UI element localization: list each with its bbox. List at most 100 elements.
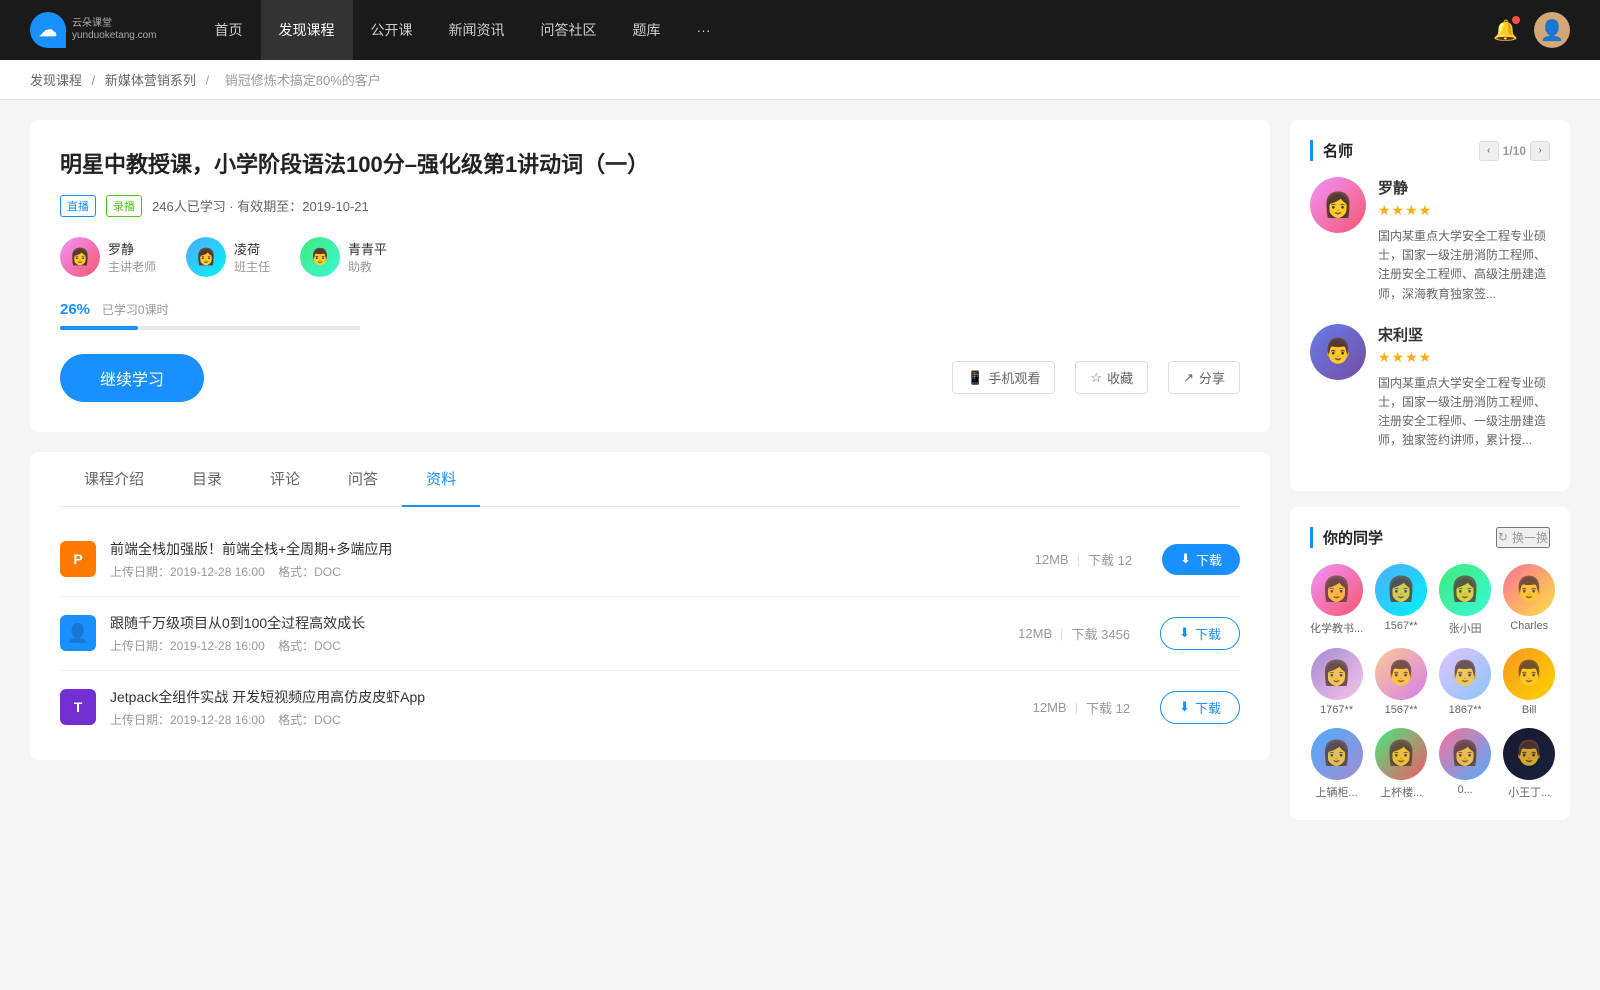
classmates-panel: 你的同学 ↻ 换一换 👩 化学教书... 👩 1567** 👩 张小田: [1290, 507, 1570, 820]
collect-button[interactable]: ☆ 收藏: [1075, 361, 1148, 394]
tab-qa[interactable]: 问答: [324, 452, 402, 507]
continue-button[interactable]: 继续学习: [60, 354, 204, 402]
content-area: 明星中教授课，小学阶段语法100分–强化级第1讲动词（一） 直播 录播 246人…: [30, 120, 1270, 836]
classmate-name-8: 上辆柜...: [1310, 784, 1363, 800]
resource-item: P 前端全栈加强版！前端全栈+全周期+多端应用 上传日期：2019-12-28 …: [60, 523, 1240, 597]
badge-record: 录播: [106, 195, 142, 217]
classmates-grid: 👩 化学教书... 👩 1567** 👩 张小田 👨 Charles 👩: [1310, 564, 1550, 800]
teacher-item-1: 👩 凌荷 班主任: [186, 237, 270, 277]
share-icon: ↗: [1183, 370, 1194, 386]
classmate-item-10: 👩 0...: [1439, 728, 1491, 800]
page-prev-button[interactable]: ‹: [1479, 141, 1499, 161]
teacher-item-0: 👩 罗静 主讲老师: [60, 237, 156, 277]
teacher-role-1: 班主任: [234, 258, 270, 275]
teacher-card-name-1: 宋利坚: [1378, 324, 1550, 345]
tab-intro[interactable]: 课程介绍: [60, 452, 168, 507]
teacher-card-1: 👨 宋利坚 ★★★★ 国内某重点大学安全工程专业硕士，国家一级注册消防工程师、注…: [1310, 324, 1550, 451]
breadcrumb-link-series[interactable]: 新媒体营销系列: [105, 73, 196, 88]
teacher-card-avatar-1: 👨: [1310, 324, 1366, 380]
classmate-item-4: 👩 1767**: [1310, 648, 1363, 716]
classmate-avatar-0[interactable]: 👩: [1311, 564, 1363, 616]
nav-item-discover[interactable]: 发现课程: [261, 0, 353, 60]
classmate-avatar-4[interactable]: 👩: [1311, 648, 1363, 700]
resource-item: T Jetpack全组件实战 开发短视频应用高仿皮皮虾App 上传日期：2019…: [60, 671, 1240, 744]
nav-item-news[interactable]: 新闻资讯: [431, 0, 523, 60]
nav-item-more[interactable]: ···: [679, 0, 729, 60]
nav-items: 首页 发现课程 公开课 新闻资讯 问答社区 题库 ···: [197, 0, 1494, 60]
tabs-card: 课程介绍 目录 评论 问答 资料 P 前端全栈加强版！前端全栈+全周期+多端应用…: [30, 452, 1270, 760]
resource-info-1: 跟随千万级项目从0到100全过程高效成长 上传日期：2019-12-28 16:…: [110, 613, 1004, 654]
course-actions: 继续学习 📱 手机观看 ☆ 收藏 ↗ 分享: [60, 354, 1240, 402]
teachers-panel-title: 名师 ‹ 1/10 ›: [1310, 140, 1550, 161]
star-icon: ☆: [1090, 370, 1102, 386]
teacher-stars-1: ★★★★: [1378, 349, 1550, 366]
classmate-item-1: 👩 1567**: [1375, 564, 1427, 636]
breadcrumb: 发现课程 / 新媒体营销系列 / 销冠修炼术搞定80%的客户: [0, 60, 1600, 100]
resource-stats-2: 12MB | 下载 12: [1033, 698, 1130, 717]
teacher-avatar-0: 👩: [60, 237, 100, 277]
resource-icon-0: P: [60, 541, 96, 577]
classmate-item-7: 👨 Bill: [1503, 648, 1555, 716]
refresh-classmates-button[interactable]: ↻ 换一换: [1496, 527, 1550, 548]
share-button[interactable]: ↗ 分享: [1168, 361, 1240, 394]
nav-item-exam[interactable]: 题库: [615, 0, 679, 60]
tab-catalog[interactable]: 目录: [168, 452, 246, 507]
tabs-nav: 课程介绍 目录 评论 问答 资料: [60, 452, 1240, 507]
nav-item-home[interactable]: 首页: [197, 0, 261, 60]
user-avatar-nav[interactable]: 👤: [1534, 12, 1570, 48]
classmate-item-0: 👩 化学教书...: [1310, 564, 1363, 636]
progress-percent: 26%: [60, 301, 90, 318]
progress-bar-fill: [60, 326, 138, 330]
download-button-0[interactable]: ⬇ 下载: [1162, 544, 1240, 575]
resource-item: 👤 跟随千万级项目从0到100全过程高效成长 上传日期：2019-12-28 1…: [60, 597, 1240, 671]
classmate-avatar-6[interactable]: 👨: [1439, 648, 1491, 700]
classmate-name-3: Charles: [1503, 620, 1555, 632]
resource-name-0: 前端全栈加强版！前端全栈+全周期+多端应用: [110, 539, 1021, 559]
page-next-button[interactable]: ›: [1530, 141, 1550, 161]
resource-info-2: Jetpack全组件实战 开发短视频应用高仿皮皮虾App 上传日期：2019-1…: [110, 687, 1019, 728]
download-button-2[interactable]: ⬇ 下载: [1160, 691, 1240, 724]
classmate-avatar-11[interactable]: 👨: [1503, 728, 1555, 780]
teacher-card-desc-0: 国内某重点大学安全工程专业硕士，国家一级注册消防工程师、注册安全工程师、高级注册…: [1378, 227, 1550, 304]
classmate-name-7: Bill: [1503, 704, 1555, 716]
resource-meta-2: 上传日期：2019-12-28 16:00 格式：DOC: [110, 711, 1019, 728]
resource-stats-1: 12MB | 下载 3456: [1018, 624, 1130, 643]
phone-icon: 📱: [967, 370, 983, 386]
teachers-list: 👩 罗静 主讲老师 👩 凌荷 班主任: [60, 237, 1240, 277]
logo-text: 云朵课堂 yunduoketang.com: [72, 18, 157, 42]
classmate-avatar-9[interactable]: 👩: [1375, 728, 1427, 780]
breadcrumb-link-discover[interactable]: 发现课程: [30, 73, 82, 88]
classmate-avatar-8[interactable]: 👩: [1311, 728, 1363, 780]
classmate-name-1: 1567**: [1375, 620, 1427, 632]
logo[interactable]: ☁ 云朵课堂 yunduoketang.com: [30, 12, 157, 48]
classmate-avatar-5[interactable]: 👨: [1375, 648, 1427, 700]
classmate-item-11: 👨 小王丁...: [1503, 728, 1555, 800]
nav-item-public[interactable]: 公开课: [353, 0, 431, 60]
tab-resource[interactable]: 资料: [402, 452, 480, 507]
classmate-avatar-7[interactable]: 👨: [1503, 648, 1555, 700]
nav-item-qa[interactable]: 问答社区: [523, 0, 615, 60]
classmate-item-6: 👨 1867**: [1439, 648, 1491, 716]
teacher-stars-0: ★★★★: [1378, 202, 1550, 219]
classmate-name-11: 小王丁...: [1503, 784, 1555, 800]
resource-icon-1: 👤: [60, 615, 96, 651]
main-container: 明星中教授课，小学阶段语法100分–强化级第1讲动词（一） 直播 录播 246人…: [0, 100, 1600, 856]
classmate-avatar-10[interactable]: 👩: [1439, 728, 1491, 780]
classmate-item-3: 👨 Charles: [1503, 564, 1555, 636]
course-meta: 直播 录播 246人已学习 · 有效期至：2019-10-21: [60, 195, 1240, 217]
badge-live: 直播: [60, 195, 96, 217]
classmate-avatar-2[interactable]: 👩: [1439, 564, 1491, 616]
resource-name-2: Jetpack全组件实战 开发短视频应用高仿皮皮虾App: [110, 687, 1019, 707]
sidebar: 名师 ‹ 1/10 › 👩 罗静 ★★★★ 国内某重点大学安全工程专业硕士，: [1290, 120, 1570, 836]
teacher-avatar-2: 👨: [300, 237, 340, 277]
navbar: ☁ 云朵课堂 yunduoketang.com 首页 发现课程 公开课 新闻资讯…: [0, 0, 1600, 60]
classmate-name-2: 张小田: [1439, 620, 1491, 636]
download-icon: ⬇: [1179, 699, 1190, 715]
tab-review[interactable]: 评论: [246, 452, 324, 507]
bell-button[interactable]: 🔔: [1493, 18, 1518, 43]
classmate-avatar-1[interactable]: 👩: [1375, 564, 1427, 616]
download-button-1[interactable]: ⬇ 下载: [1160, 617, 1240, 650]
phone-watch-button[interactable]: 📱 手机观看: [952, 361, 1055, 394]
classmate-avatar-3[interactable]: 👨: [1503, 564, 1555, 616]
breadcrumb-current: 销冠修炼术搞定80%的客户: [225, 73, 381, 88]
